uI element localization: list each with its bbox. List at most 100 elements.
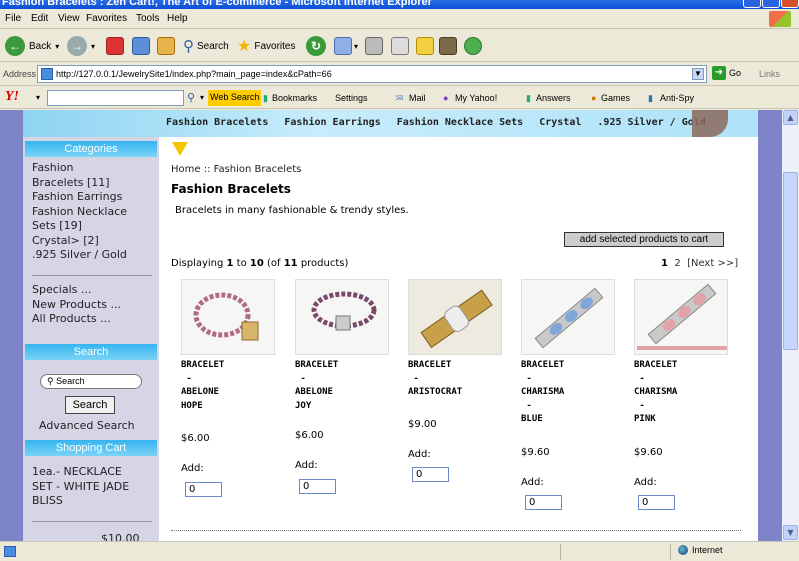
minimize-button[interactable] (743, 0, 761, 8)
scroll-thumb[interactable] (783, 172, 798, 350)
web-search-button[interactable]: Web Search (208, 90, 262, 106)
my-yahoo-button[interactable]: My Yahoo! (455, 93, 497, 103)
search-heading: Search (25, 344, 157, 360)
quantity-input[interactable]: 0 (638, 495, 675, 510)
menu-file[interactable]: File (5, 13, 21, 24)
settings-button[interactable]: Settings (335, 93, 368, 103)
back-button[interactable]: ← Back ▾ (5, 35, 59, 57)
quantity-input[interactable]: 0 (412, 467, 449, 482)
security-zone: Internet (678, 545, 723, 555)
cart-line[interactable]: 1ea.- NECKLACE (32, 465, 129, 480)
menu-favorites[interactable]: Favorites (86, 13, 127, 24)
count-total: 11 (283, 258, 298, 269)
topnav-fashion-earrings[interactable]: Fashion Earrings (284, 117, 380, 128)
cart-line[interactable]: SET - WHITE JADE (32, 480, 129, 495)
category-crystal[interactable]: Crystal> [2] (32, 234, 127, 249)
edit-button[interactable] (391, 35, 409, 57)
add-selected-to-cart-button[interactable]: add selected products to cart (564, 232, 724, 247)
menu-help[interactable]: Help (167, 13, 188, 24)
go-button[interactable]: ➜ Go (712, 66, 741, 80)
links-button[interactable]: Links (759, 69, 780, 79)
answers-icon: ▮ (526, 93, 531, 103)
home-button[interactable] (157, 35, 175, 57)
mail-icon: ✉ (396, 93, 404, 103)
topnav-fashion-necklace-sets[interactable]: Fashion Necklace Sets (397, 117, 523, 128)
search-button[interactable]: ⚲ Search (183, 35, 229, 57)
star-icon: ★ (237, 38, 252, 55)
product-image[interactable] (295, 279, 389, 355)
product-price: $9.60 (521, 447, 550, 458)
product-name[interactable]: BRACELET - CHARISMA - PINK (634, 359, 677, 427)
history-button[interactable]: ↻ (306, 35, 330, 57)
yahoo-mail-button[interactable]: Mail (409, 93, 426, 103)
all-products-link[interactable]: All Products ... (32, 312, 121, 327)
search-icon: ⚲ (47, 376, 54, 386)
product-name[interactable]: BRACELET - ABELONE JOY (295, 359, 338, 413)
messenger-button[interactable] (464, 35, 482, 57)
stop-button[interactable] (106, 35, 124, 57)
close-button[interactable] (781, 0, 799, 8)
product-name[interactable]: BRACELET - ARISTOCRAT (408, 359, 462, 400)
bookmarks-button[interactable]: Bookmarks (272, 93, 317, 103)
count-suffix: products) (297, 258, 349, 269)
chevron-down-icon[interactable]: ▼ (692, 68, 704, 80)
topnav-silver-gold[interactable]: .925 Silver / Gold (597, 117, 705, 128)
menu-view[interactable]: View (58, 13, 80, 24)
refresh-button[interactable] (132, 35, 150, 57)
answers-button[interactable]: Answers (536, 93, 571, 103)
product-image[interactable] (181, 279, 275, 355)
pagination: 1 2 [Next >>] (661, 258, 738, 269)
chevron-down-icon[interactable]: ▾ (200, 93, 204, 102)
product-image[interactable] (521, 279, 615, 355)
menu-edit[interactable]: Edit (31, 13, 48, 24)
category-fashion-earrings[interactable]: Fashion Earrings (32, 190, 127, 205)
folder-button[interactable] (416, 35, 434, 57)
scroll-up-icon[interactable]: ▲ (783, 110, 798, 125)
favorites-button[interactable]: ★ Favorites (237, 35, 295, 57)
print-button[interactable] (365, 35, 383, 57)
chevron-down-icon: ▾ (91, 41, 96, 51)
cart-line[interactable]: BLISS (32, 494, 129, 509)
product-image[interactable] (634, 279, 728, 355)
scroll-down-icon[interactable]: ▼ (783, 525, 798, 540)
topnav-crystal[interactable]: Crystal (539, 117, 581, 128)
category-fashion-necklace-line2[interactable]: Sets [19] (32, 219, 127, 234)
games-button[interactable]: Games (601, 93, 630, 103)
product-image[interactable] (408, 279, 502, 355)
bookmarks-icon: ▮ (263, 93, 268, 103)
breadcrumb[interactable]: Home :: Fashion Bracelets (171, 164, 301, 175)
mail-button[interactable]: ▾ (334, 35, 358, 57)
specials-link[interactable]: Specials ... (32, 283, 121, 298)
address-field[interactable]: http://127.0.0.1/JewelrySite1/index.php?… (37, 65, 707, 83)
maximize-button[interactable] (762, 0, 780, 8)
next-page-link[interactable]: [Next >>] (687, 258, 738, 269)
chevron-down-icon[interactable]: ▾ (36, 93, 40, 102)
research-button[interactable] (439, 35, 457, 57)
vertical-scrollbar[interactable]: ▲ ▼ (782, 110, 799, 541)
category-silver-gold[interactable]: .925 Silver / Gold (32, 248, 127, 263)
category-fashion-bracelets-line2[interactable]: Bracelets [11] (32, 176, 127, 191)
menu-tools[interactable]: Tools (136, 13, 159, 24)
product-price: $6.00 (295, 430, 324, 441)
yahoo-logo-icon[interactable]: Y! (5, 89, 19, 105)
yahoo-search-input[interactable] (47, 90, 184, 106)
quantity-input[interactable]: 0 (299, 479, 336, 494)
new-products-link[interactable]: New Products ... (32, 298, 121, 313)
product-name[interactable]: BRACELET - CHARISMA - BLUE (521, 359, 564, 427)
window-title: Fashion Bracelets : Zen Cart!, The Art o… (2, 0, 432, 8)
product-name[interactable]: BRACELET - ABELONE HOPE (181, 359, 224, 413)
quantity-input[interactable]: 0 (525, 495, 562, 510)
sidebar-search-input[interactable]: ⚲ Search (40, 374, 142, 389)
advanced-search-link[interactable]: Advanced Search (39, 419, 135, 434)
topnav-fashion-bracelets[interactable]: Fashion Bracelets (166, 117, 268, 128)
page-2-link[interactable]: 2 (674, 258, 680, 269)
anti-spy-button[interactable]: Anti-Spy (660, 93, 694, 103)
product-card: BRACELET - ABELONE HOPE $6.00 Add: 0 (181, 279, 281, 509)
sidebar-search-button[interactable]: Search (65, 396, 115, 414)
forward-button[interactable]: → ▾ (67, 35, 95, 57)
count-of: (of (263, 258, 284, 269)
category-fashion-necklace-line1[interactable]: Fashion Necklace (32, 205, 127, 220)
category-fashion-bracelets-line1[interactable]: Fashion (32, 161, 127, 176)
search-icon[interactable]: ⚲ (187, 91, 195, 104)
quantity-input[interactable]: 0 (185, 482, 222, 497)
